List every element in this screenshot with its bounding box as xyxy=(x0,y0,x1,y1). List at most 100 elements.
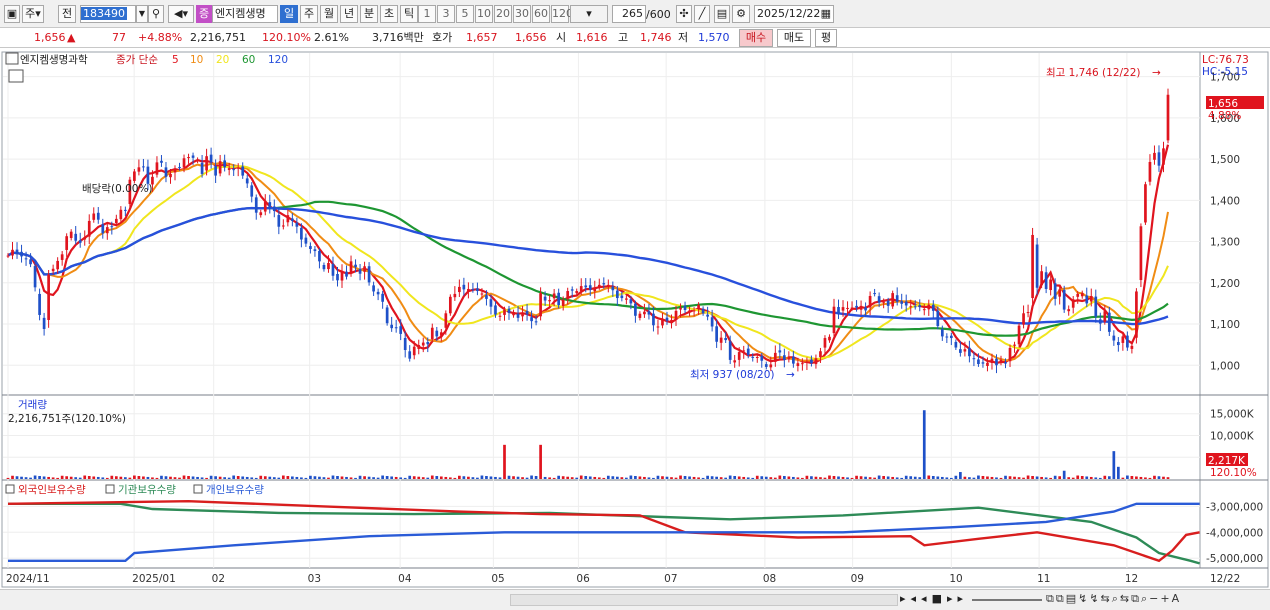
search-icon[interactable]: ⚲ xyxy=(148,5,164,23)
code-dropdown-icon[interactable]: ▼ xyxy=(136,5,148,23)
volume-bar xyxy=(940,476,944,479)
volume-bar xyxy=(625,477,628,479)
candle-body xyxy=(78,240,82,243)
calendar-icon[interactable]: ▦ xyxy=(821,6,831,22)
sell-button[interactable]: 매도 xyxy=(777,29,811,47)
candle-body xyxy=(1107,312,1111,332)
period-button-3[interactable]: 년 xyxy=(340,5,358,23)
interval-button-3[interactable]: 3 xyxy=(437,5,455,23)
interval-button-10[interactable]: 10 xyxy=(475,5,493,23)
candle-body xyxy=(340,270,344,281)
candle-body xyxy=(426,342,430,345)
settings-gear-icon[interactable]: ⚙ xyxy=(732,5,750,23)
candle-body xyxy=(701,308,705,314)
volume-bar xyxy=(972,477,976,479)
playback-controls[interactable]: ▸◂◂■▸▸ xyxy=(900,592,968,605)
candle-body xyxy=(205,156,208,171)
volume-bar xyxy=(566,476,570,479)
save-icon[interactable]: ▤ xyxy=(714,5,730,23)
date-input[interactable]: 2025/12/22 ▦ xyxy=(754,5,834,23)
candle-body xyxy=(101,224,105,234)
volume-bar xyxy=(268,476,272,479)
horizontal-scrollbar[interactable] xyxy=(510,594,898,606)
open-price: 1,616 xyxy=(576,31,608,44)
volume-bar xyxy=(439,476,443,479)
interval-button-5[interactable]: 5 xyxy=(456,5,474,23)
candle-body xyxy=(634,303,637,316)
draw-line-icon[interactable]: ╱ xyxy=(694,5,710,23)
prev-button[interactable]: 전 xyxy=(58,5,76,23)
volume-bar xyxy=(846,477,849,479)
volume-bar xyxy=(512,476,515,479)
low-annotation: 최저 937 (08/20) xyxy=(690,369,775,381)
zoom-slider[interactable] xyxy=(972,599,1042,601)
period-button-5[interactable]: 초 xyxy=(380,5,398,23)
name-badge: 증 xyxy=(196,5,212,23)
candle-body xyxy=(1035,244,1039,288)
candle-body xyxy=(751,356,755,358)
volume-bar xyxy=(318,476,321,479)
stock-chart[interactable]: 1,7001,6001,5001,4001,3001,2001,1001,000… xyxy=(0,50,1270,589)
volume-bar xyxy=(69,476,73,479)
individual-legend-box[interactable] xyxy=(193,484,203,494)
volume-bar xyxy=(124,477,127,479)
crosshair-icon[interactable]: ✣ xyxy=(676,5,692,23)
volume-bar xyxy=(218,476,222,479)
sound-icon[interactable]: ◀▾ xyxy=(168,5,194,23)
foreign-legend-box[interactable] xyxy=(5,484,15,494)
volume-bar xyxy=(476,477,479,479)
buy-button[interactable]: 매수 xyxy=(739,29,773,47)
interval-button-20[interactable]: 20 xyxy=(494,5,512,23)
period-button-6[interactable]: 틱 xyxy=(400,5,418,23)
candle-body xyxy=(1017,325,1021,345)
period-button-4[interactable]: 분 xyxy=(360,5,378,23)
candle-body xyxy=(1008,347,1012,362)
eval-button[interactable]: 평 xyxy=(815,29,837,47)
volume-bar xyxy=(1139,476,1143,479)
volume-panel-title: 거래량 xyxy=(18,399,47,411)
candle-body xyxy=(543,296,547,301)
candle-body xyxy=(593,287,597,292)
volume-bar xyxy=(530,475,533,479)
candle-body xyxy=(1098,319,1102,324)
volume-bar xyxy=(927,475,931,479)
candle-body xyxy=(250,185,254,197)
institution-legend-box[interactable] xyxy=(105,484,115,494)
candle-body xyxy=(435,330,439,337)
volume-bar xyxy=(1067,477,1071,479)
volume-bar xyxy=(101,477,105,479)
interval-button-60[interactable]: 60 xyxy=(532,5,550,23)
candle-body xyxy=(615,290,619,299)
volume-bar xyxy=(1126,475,1129,479)
volume-bar xyxy=(87,475,91,479)
candle-body xyxy=(385,307,389,324)
volume-bar xyxy=(652,477,655,479)
candle-body xyxy=(606,284,610,287)
period-selector[interactable]: 주▾ xyxy=(22,5,44,23)
interval-dropdown[interactable]: ▾ xyxy=(570,5,608,23)
candle-body xyxy=(507,308,511,313)
x-axis-label: 03 xyxy=(308,573,321,585)
interval-button-1[interactable]: 1 xyxy=(418,5,436,23)
ask-label: 호가 xyxy=(432,31,453,44)
chart-tools-icons[interactable]: ⧉⧉▤↯↯⇆⌕⇆⧉⌕−+A xyxy=(1046,592,1181,606)
period-button-1[interactable]: 주 xyxy=(300,5,318,23)
volume-bar xyxy=(805,475,809,479)
candle-body xyxy=(913,306,917,308)
volume-bar xyxy=(236,475,240,479)
volume-bar xyxy=(241,476,245,479)
candle-body xyxy=(29,259,32,265)
candle-body xyxy=(394,327,398,329)
chart-type-icon[interactable]: ▣ xyxy=(4,5,20,23)
interval-button-30[interactable]: 30 xyxy=(513,5,531,23)
grid-toggle-icon[interactable] xyxy=(8,69,24,83)
volume-bar xyxy=(931,475,935,479)
candle-body xyxy=(886,300,890,306)
stock-code-input[interactable]: 183490 xyxy=(80,5,136,23)
period-button-2[interactable]: 월 xyxy=(320,5,338,23)
period-button-0[interactable]: 일 xyxy=(280,5,298,23)
volume-bar xyxy=(417,476,421,479)
count-input[interactable]: 265 xyxy=(612,5,646,23)
candle-body xyxy=(74,233,78,241)
interval-button-120[interactable]: 120 xyxy=(551,5,573,23)
